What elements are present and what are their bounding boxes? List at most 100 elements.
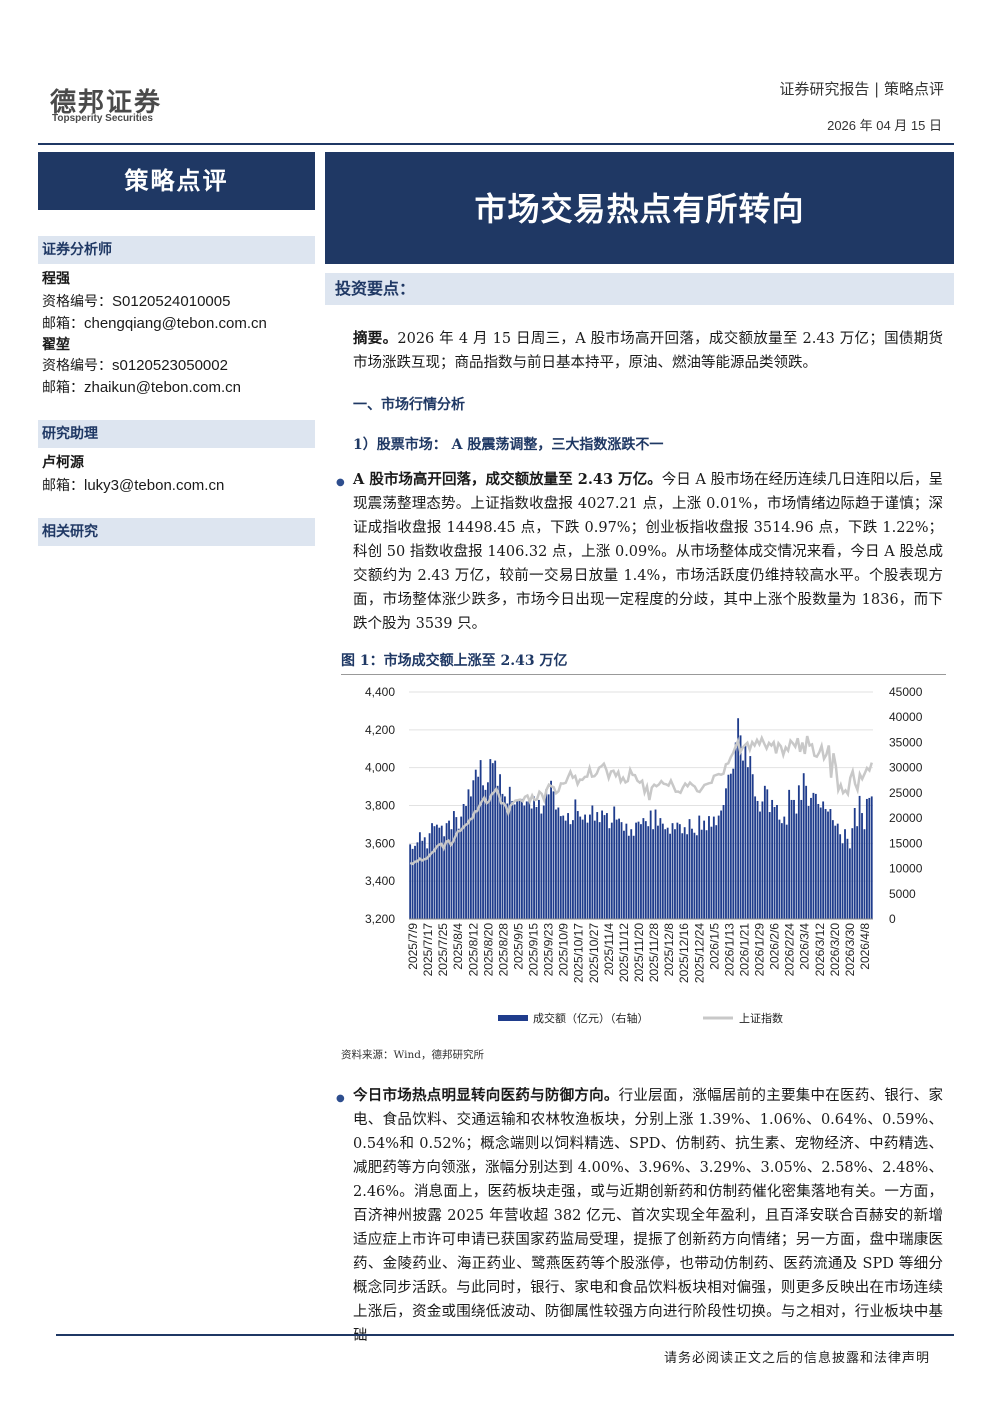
legend-label-index: 上证指数 <box>739 1011 783 1025</box>
volume-bar <box>761 801 764 919</box>
volume-bar <box>788 789 791 919</box>
volume-bar <box>708 816 710 919</box>
volume-bar <box>739 735 742 919</box>
volume-bar <box>411 848 414 919</box>
y-left-tick-label: 3,800 <box>365 799 395 813</box>
volume-bar <box>550 780 552 919</box>
volume-bar <box>423 837 426 919</box>
category-banner: 策略点评 <box>38 152 315 210</box>
volume-bar <box>674 829 676 919</box>
volume-bar <box>567 813 569 919</box>
volume-bar <box>678 824 681 919</box>
volume-bar <box>732 768 735 919</box>
analyst-name: 翟堃 <box>42 337 70 353</box>
x-tick-label: 2025/11/28 <box>647 923 661 982</box>
y-left-tick-label: 4,400 <box>365 685 395 699</box>
volume-bar <box>807 806 810 919</box>
y-right-tick-label: 35000 <box>889 735 923 749</box>
x-tick-label: 2025/9/15 <box>527 923 541 977</box>
y-left-tick-label: 3,200 <box>365 912 395 926</box>
volume-bar <box>710 826 713 919</box>
volume-bar <box>742 760 744 919</box>
volume-bar <box>414 845 416 919</box>
y-right-tick-label: 0 <box>889 912 896 926</box>
volume-bar <box>625 823 628 919</box>
volume-bar <box>751 774 754 919</box>
volume-bar <box>428 833 431 919</box>
assistant-email[interactable]: 邮箱：luky3@tebon.com.cn <box>42 475 224 495</box>
analyst-cert: 资格编号：S0120524010005 <box>42 293 231 310</box>
volume-bar <box>596 812 599 919</box>
volume-bar <box>744 745 747 919</box>
figure-title: 图 1：市场成交额上涨至 2.43 万亿 <box>341 653 568 669</box>
volume-bar <box>841 843 844 919</box>
volume-bar <box>418 832 421 919</box>
volume-bar <box>610 822 613 919</box>
volume-bar <box>647 826 650 919</box>
volume-bar <box>795 813 798 919</box>
volume-bar <box>720 810 723 919</box>
volume-bar <box>457 828 460 919</box>
volume-bar <box>545 789 548 919</box>
y-left-tick-label: 4,000 <box>365 761 395 775</box>
volume-bar <box>669 833 672 919</box>
volume-bar <box>555 809 557 919</box>
y-left-tick-label: 4,200 <box>365 723 395 737</box>
analyst-email[interactable]: 邮箱：zhaikun@tebon.com.cn <box>42 377 241 397</box>
volume-bar <box>824 809 827 919</box>
turnover-chart: 3,200 3,400 3,600 3,800 4,000 4,200 4,400 0 5000… <box>341 677 946 1042</box>
volume-bar <box>494 760 497 919</box>
volume-bar <box>664 829 667 919</box>
volume-bar <box>523 805 526 919</box>
volume-bar <box>868 797 871 919</box>
volume-bar <box>844 829 846 919</box>
volume-bar <box>771 799 774 919</box>
volume-bar <box>759 811 761 919</box>
volume-bar <box>717 815 720 919</box>
volume-bar <box>540 813 543 919</box>
volume-bar <box>581 819 584 919</box>
volume-bar <box>559 816 562 919</box>
volume-bar <box>778 819 781 919</box>
volume-bar <box>661 823 664 919</box>
volume-bar <box>484 789 487 919</box>
x-tick-label: 2026/1/21 <box>737 923 751 977</box>
volume-bar <box>666 827 669 919</box>
volume-bar <box>766 789 769 919</box>
volume-bar <box>608 828 611 919</box>
x-tick-label: 2026/1/13 <box>722 923 736 977</box>
x-tick-label: 2026/3/4 <box>798 923 812 970</box>
volume-bar <box>409 844 412 919</box>
assistant-heading: 研究助理 <box>38 420 315 448</box>
report-date: 2026 年 04 月 15 日 <box>827 118 942 133</box>
volume-bar <box>591 805 594 919</box>
abstract-paragraph: 摘要。2026 年 4 月 15 日周三，A 股市场高开回落，成交额放量至 2.… <box>353 330 943 371</box>
y-right-tick-label: 15000 <box>889 836 923 850</box>
volume-bar <box>814 793 817 919</box>
volume-bar <box>601 810 603 919</box>
volume-bar <box>700 829 703 919</box>
volume-bar <box>756 800 759 919</box>
volume-bar <box>438 827 441 919</box>
volume-bar <box>676 822 679 919</box>
volume-bar <box>712 816 715 919</box>
analyst-email[interactable]: 邮箱：chengqiang@tebon.com.cn <box>42 313 267 333</box>
volume-bar <box>479 760 482 919</box>
volume-bar <box>516 800 518 919</box>
footer-disclaimer: 请务必阅读正文之后的信息披露和法律声明 <box>663 1351 930 1366</box>
volume-bar <box>649 810 652 919</box>
volume-bar <box>574 799 577 919</box>
x-tick-label: 2026/3/12 <box>813 923 827 977</box>
volume-bar <box>467 789 470 919</box>
volume-bar <box>518 799 521 919</box>
volume-bar <box>776 804 778 919</box>
x-tick-label: 2025/12/16 <box>677 923 691 983</box>
volume-bar <box>691 828 693 919</box>
volume-bar <box>836 823 839 919</box>
volume-bar <box>829 809 832 919</box>
hotspot-paragraph: 今日市场热点明显转向医药与防御方向。行业层面，涨幅居前的主要集中在医药、银行、家… <box>353 1087 944 1344</box>
volume-bar <box>506 803 509 919</box>
subsection-heading: 1）股票市场： A 股震荡调整，三大指数涨跌不一 <box>353 437 664 453</box>
x-tick-label: 2026/3/30 <box>843 923 857 977</box>
y-right-tick-label: 20000 <box>889 811 923 825</box>
